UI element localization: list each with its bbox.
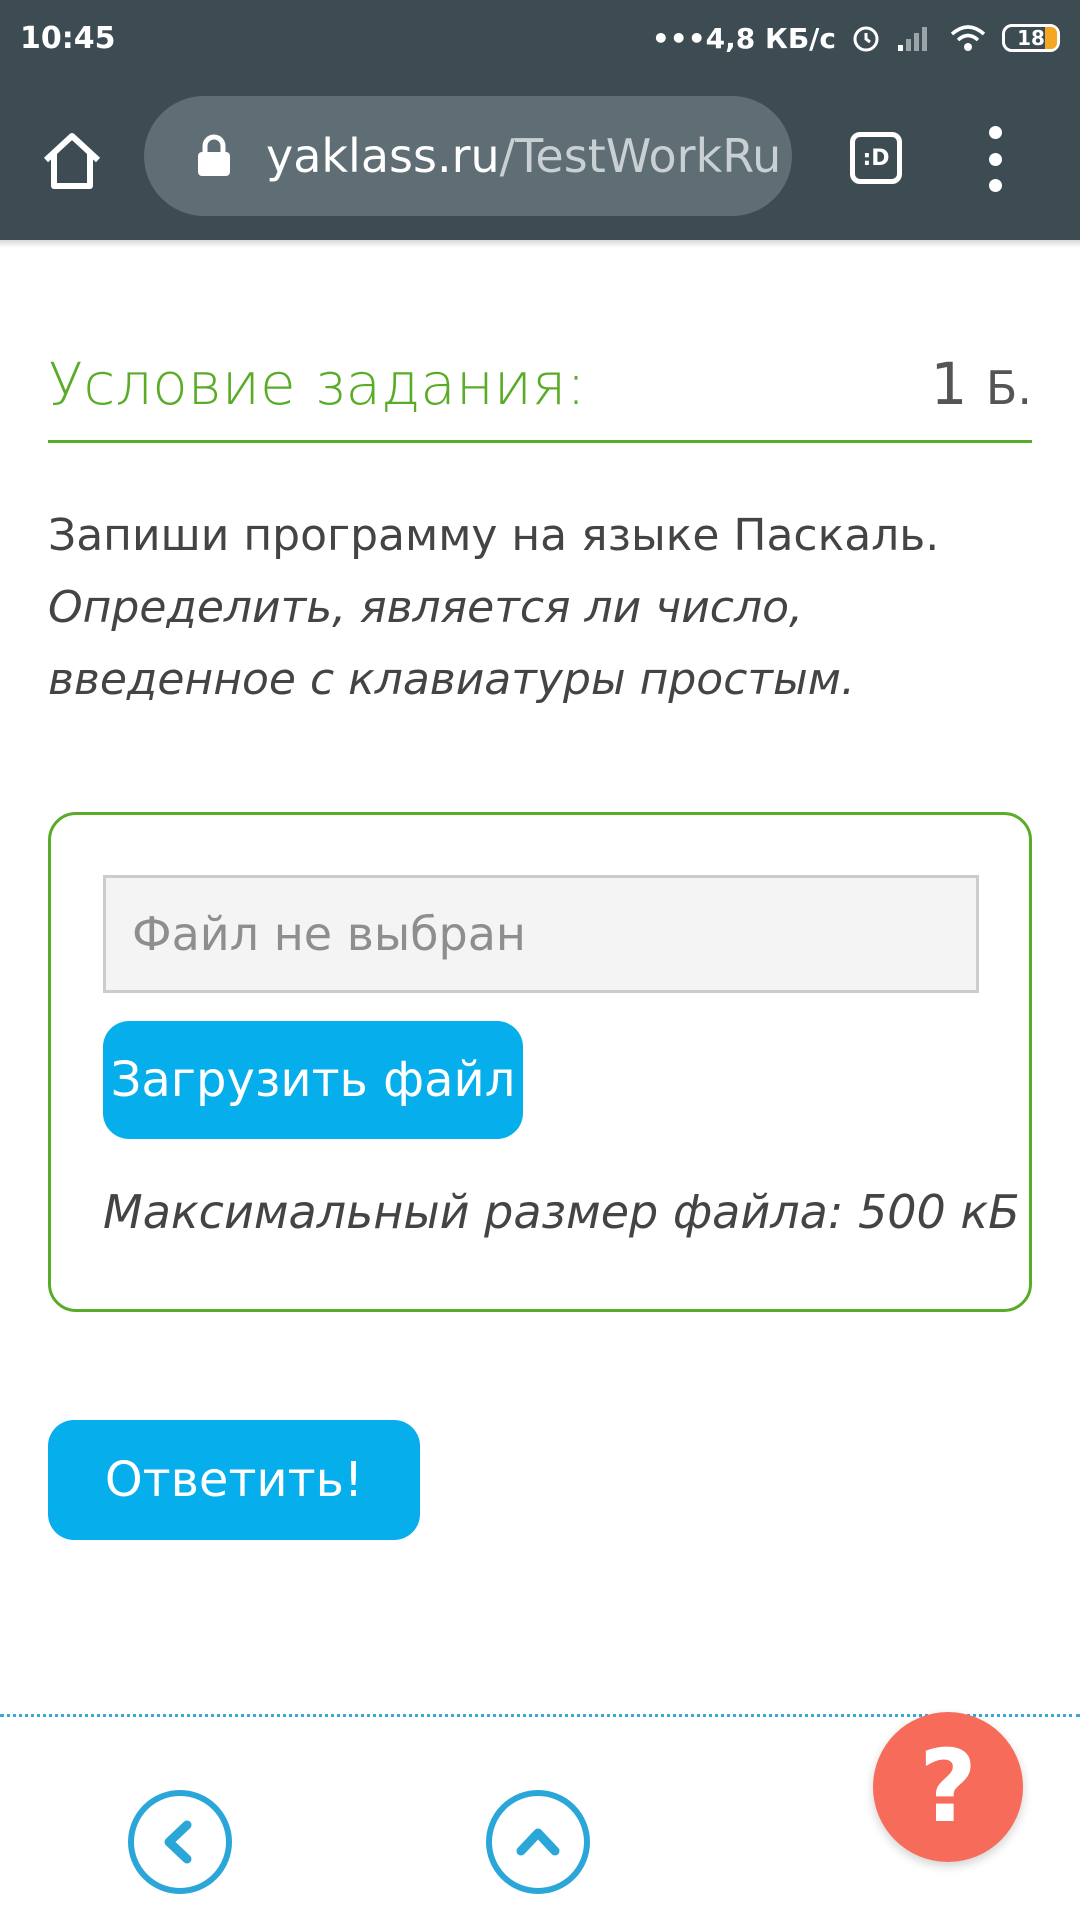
- footer-divider: [0, 1714, 1080, 1717]
- task-title: Условие задания:: [48, 350, 586, 418]
- status-indicators: •••4,8 КБ/с 18: [652, 22, 1060, 55]
- up-arrow-icon: [516, 1828, 560, 1856]
- lock-icon: [198, 134, 230, 176]
- tabs-icon[interactable]: :D: [850, 132, 902, 184]
- scroll-up-button[interactable]: [486, 1790, 590, 1894]
- url-domain: yaklass.ru: [266, 129, 500, 183]
- answer-button[interactable]: Ответить!: [48, 1420, 420, 1540]
- points-unit: Б.: [985, 361, 1032, 415]
- browser-toolbar: yaklass.ru/TestWorkRu :D: [0, 76, 1080, 240]
- home-icon[interactable]: [38, 126, 106, 194]
- task-instruction: Запиши программу на языке Паскаль.: [48, 510, 940, 561]
- help-icon: ?: [918, 1728, 977, 1845]
- wifi-icon: [950, 25, 986, 51]
- upload-file-button[interactable]: Загрузить файл: [103, 1021, 523, 1139]
- menu-icon[interactable]: [980, 126, 1010, 192]
- upload-panel: Файл не выбран Загрузить файл Максимальн…: [48, 812, 1032, 1312]
- back-arrow-icon: [164, 1820, 192, 1864]
- back-button[interactable]: [128, 1790, 232, 1894]
- signal-icon: [898, 27, 927, 51]
- url-path: /TestWorkRu: [499, 129, 782, 183]
- status-bar: 10:45 •••4,8 КБ/с 18: [0, 0, 1080, 76]
- toolbar-shadow: [0, 240, 1080, 248]
- file-input[interactable]: Файл не выбран: [103, 875, 979, 993]
- address-bar[interactable]: yaklass.ru/TestWorkRu: [144, 96, 792, 216]
- task-points: 1 Б.: [930, 350, 1032, 418]
- task-header: Условие задания: 1 Б.: [48, 340, 1032, 443]
- status-time: 10:45: [20, 20, 116, 56]
- task-description: Определить, является ли число, введенное…: [48, 582, 855, 705]
- help-button[interactable]: ?: [873, 1712, 1023, 1862]
- network-speed: •••4,8 КБ/с: [651, 21, 836, 55]
- battery-icon: 18: [1002, 24, 1060, 52]
- tabs-label: :D: [862, 145, 890, 171]
- points-value: 1: [930, 350, 968, 418]
- task-text: Запиши программу на языке Паскаль. Опред…: [48, 500, 1038, 716]
- alarm-icon: [853, 26, 879, 52]
- max-file-size-note: Максимальный размер файла: 500 кБ: [103, 1185, 1020, 1239]
